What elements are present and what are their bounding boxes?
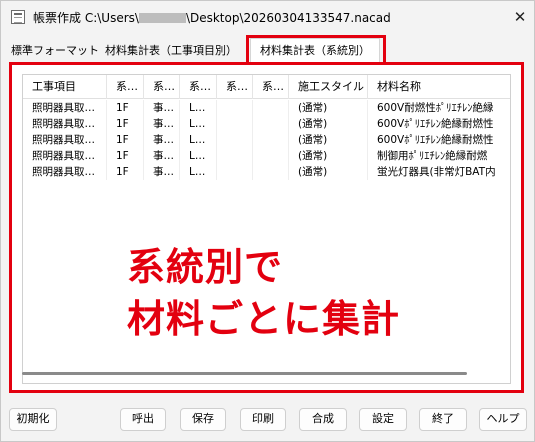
column-header-system-5[interactable]: 系… [253, 75, 289, 99]
cell-construction-style: (通常) [289, 148, 368, 164]
cell-system-3: L… [180, 132, 217, 148]
annotation-line-1: 系統別で [127, 245, 284, 289]
tab-material-by-work-item[interactable]: 材料集計表（工事項目別） [99, 40, 243, 62]
cell-system-2: 事… [144, 164, 180, 180]
title-bar: 帳票作成 C:\Users\ \Desktop\20260304133547.na… [1, 1, 534, 33]
cell-system-2: 事… [144, 100, 180, 116]
horizontal-scrollbar[interactable] [22, 372, 467, 375]
cell-work-item: 照明器具取… [23, 164, 107, 180]
annotation-line-2: 材料ごとに集計 [127, 297, 401, 341]
table-row[interactable]: 照明器具取… 1F 事… L… (通常) 600V耐燃性ﾎﾟﾘｴﾁﾚﾝ絶縁 [23, 100, 510, 116]
title-prefix: 帳票作成 C:\Users\ [33, 11, 139, 25]
cell-system-1: 1F [107, 116, 144, 132]
cell-system-1: 1F [107, 132, 144, 148]
cell-system-3: L… [180, 148, 217, 164]
cell-system-5 [253, 132, 289, 148]
help-button[interactable]: ヘルプ [479, 408, 527, 431]
cell-construction-style: (通常) [289, 116, 368, 132]
cell-work-item: 照明器具取… [23, 132, 107, 148]
cell-construction-style: (通常) [289, 100, 368, 116]
table-row[interactable]: 照明器具取… 1F 事… L… (通常) 600Vﾎﾟﾘｴﾁﾚﾝ絶縁耐燃性 [23, 132, 510, 148]
cell-system-4 [217, 100, 253, 116]
cell-system-4 [217, 164, 253, 180]
cell-system-3: L… [180, 116, 217, 132]
tab-standard-format[interactable]: 標準フォーマット [11, 40, 99, 62]
cell-material-name: 600Vﾎﾟﾘｴﾁﾚﾝ絶縁耐燃性 [377, 134, 494, 146]
cell-system-3: L… [180, 164, 217, 180]
column-header-material-name[interactable]: 材料名称 [368, 75, 510, 99]
print-button[interactable]: 印刷 [240, 408, 286, 431]
column-header-construction-style[interactable]: 施工スタイル [289, 75, 368, 99]
column-header-system-1[interactable]: 系… [107, 75, 144, 99]
cell-work-item: 照明器具取… [23, 100, 107, 116]
cell-system-1: 1F [107, 148, 144, 164]
cell-material-name: 600V耐燃性ﾎﾟﾘｴﾁﾚﾝ絶縁 [377, 102, 494, 114]
cell-system-4 [217, 116, 253, 132]
cell-system-2: 事… [144, 116, 180, 132]
cell-system-4 [217, 132, 253, 148]
cell-material-name: 蛍光灯器具(非常灯BAT内 [377, 166, 496, 178]
cell-system-5 [253, 148, 289, 164]
cell-system-5 [253, 100, 289, 116]
cell-work-item: 照明器具取… [23, 116, 107, 132]
column-header-system-2[interactable]: 系… [144, 75, 180, 99]
merge-button[interactable]: 合成 [299, 408, 347, 431]
cell-construction-style: (通常) [289, 132, 368, 148]
cell-material-name: 制御用ﾎﾟﾘｴﾁﾚﾝ絶縁耐燃 [377, 150, 488, 162]
reset-button[interactable]: 初期化 [9, 408, 57, 431]
cell-system-2: 事… [144, 132, 180, 148]
title-suffix: \Desktop\20260304133547.nacad [185, 11, 391, 25]
cell-system-5 [253, 116, 289, 132]
settings-button[interactable]: 設定 [359, 408, 407, 431]
save-button[interactable]: 保存 [180, 408, 226, 431]
tab-material-by-system[interactable]: 材料集計表（系統別） [250, 38, 380, 63]
list-header: 工事項目 系… 系… 系… 系… 系… 施工スタイル 材料名称 [23, 75, 510, 99]
cell-system-4 [217, 148, 253, 164]
cell-system-1: 1F [107, 164, 144, 180]
cell-system-2: 事… [144, 148, 180, 164]
table-row[interactable]: 照明器具取… 1F 事… L… (通常) 600Vﾎﾟﾘｴﾁﾚﾝ絶縁耐燃性 [23, 116, 510, 132]
table-row[interactable]: 照明器具取… 1F 事… L… (通常) 制御用ﾎﾟﾘｴﾁﾚﾝ絶縁耐燃 [23, 148, 510, 164]
document-icon [11, 10, 25, 24]
cell-system-3: L… [180, 100, 217, 116]
load-button[interactable]: 呼出 [120, 408, 166, 431]
redacted-username [138, 13, 186, 23]
cell-system-5 [253, 164, 289, 180]
window-title: 帳票作成 C:\Users\ \Desktop\20260304133547.na… [33, 9, 391, 26]
column-header-system-3[interactable]: 系… [180, 75, 217, 99]
cell-material-name: 600Vﾎﾟﾘｴﾁﾚﾝ絶縁耐燃性 [377, 118, 494, 130]
table-row[interactable]: 照明器具取… 1F 事… L… (通常) 蛍光灯器具(非常灯BAT内 [23, 164, 510, 180]
finish-button[interactable]: 終了 [419, 408, 467, 431]
cell-construction-style: (通常) [289, 164, 368, 180]
close-icon[interactable]: ✕ [509, 6, 531, 28]
column-header-work-item[interactable]: 工事項目 [23, 75, 107, 99]
cell-system-1: 1F [107, 100, 144, 116]
column-header-system-4[interactable]: 系… [217, 75, 253, 99]
cell-work-item: 照明器具取… [23, 148, 107, 164]
